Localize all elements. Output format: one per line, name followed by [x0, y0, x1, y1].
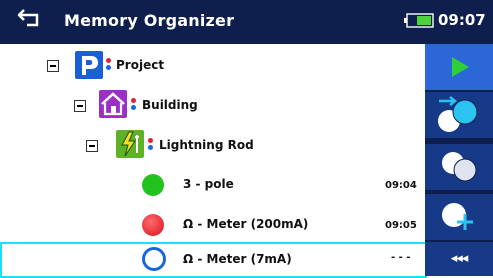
page-title: Memory Organizer — [64, 11, 235, 30]
status-dots — [106, 58, 112, 72]
collapse-sidebar-button[interactable]: ◂◂◂ — [425, 242, 493, 276]
measurement-time: 09:04 — [385, 180, 417, 191]
tree-node-building[interactable]: Building — [0, 86, 425, 126]
project-icon — [75, 51, 103, 79]
pass-status-icon — [142, 174, 164, 196]
collapse-toggle[interactable] — [86, 140, 98, 152]
play-icon — [452, 57, 469, 77]
clone-icon — [438, 96, 478, 132]
start-test-button[interactable] — [425, 44, 493, 90]
status-dots — [131, 98, 137, 112]
measurement-time: - - - — [391, 252, 411, 263]
clock: 09:07 — [438, 11, 486, 29]
add-node-button[interactable] — [425, 194, 493, 240]
measurement-row-selected[interactable]: Ω - Meter (7mA) - - - — [0, 242, 427, 278]
building-icon — [99, 90, 127, 118]
collapse-toggle[interactable] — [47, 60, 59, 72]
copy-node-button[interactable] — [425, 144, 493, 190]
battery-icon — [404, 13, 434, 28]
measurement-label: Ω - Meter (7mA) — [183, 252, 292, 266]
back-icon[interactable] — [17, 6, 43, 32]
header-bar: Memory Organizer 09:07 — [0, 0, 493, 44]
copy-icon — [442, 152, 477, 182]
tree-node-lightning-rod[interactable]: Lightning Rod — [0, 126, 425, 166]
clone-node-button[interactable] — [425, 92, 493, 138]
lightning-rod-icon — [116, 130, 144, 158]
tree-node-label: Building — [142, 98, 198, 112]
measurement-row[interactable]: Ω - Meter (200mA) 09:05 — [0, 206, 425, 246]
measurement-label: Ω - Meter (200mA) — [183, 217, 309, 231]
measurement-label: 3 - pole — [183, 177, 234, 191]
collapse-toggle[interactable] — [74, 100, 86, 112]
measurement-row[interactable]: 3 - pole 09:04 — [0, 166, 425, 206]
add-icon — [442, 203, 473, 230]
measurement-time: 09:05 — [385, 220, 417, 231]
fail-status-icon — [142, 214, 164, 236]
action-sidebar: ◂◂◂ — [425, 44, 493, 276]
tree-node-project[interactable]: Project — [0, 46, 425, 86]
status-dots — [148, 138, 154, 152]
tree-node-label: Lightning Rod — [159, 138, 254, 152]
memory-tree: Project Building Lightning Rod 3 - pole — [0, 44, 427, 278]
empty-status-icon — [142, 247, 166, 271]
tree-node-label: Project — [116, 58, 165, 72]
